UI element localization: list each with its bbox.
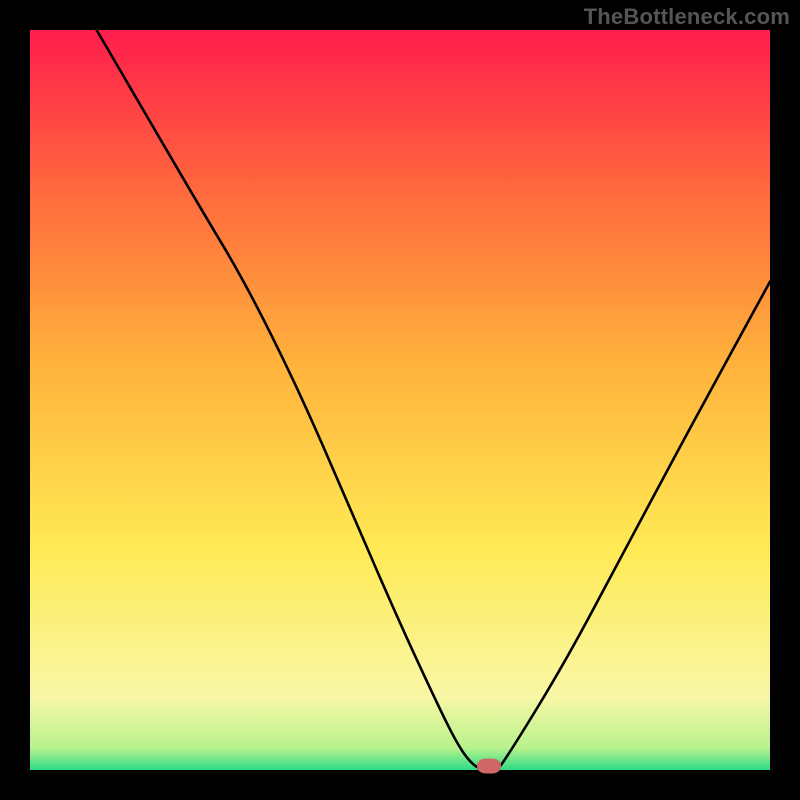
watermark-label: TheBottleneck.com	[584, 4, 790, 30]
optimal-marker	[477, 759, 501, 774]
bottleneck-chart	[30, 30, 770, 770]
chart-frame: TheBottleneck.com	[0, 0, 800, 800]
chart-background	[30, 30, 770, 770]
plot-area	[30, 30, 770, 770]
